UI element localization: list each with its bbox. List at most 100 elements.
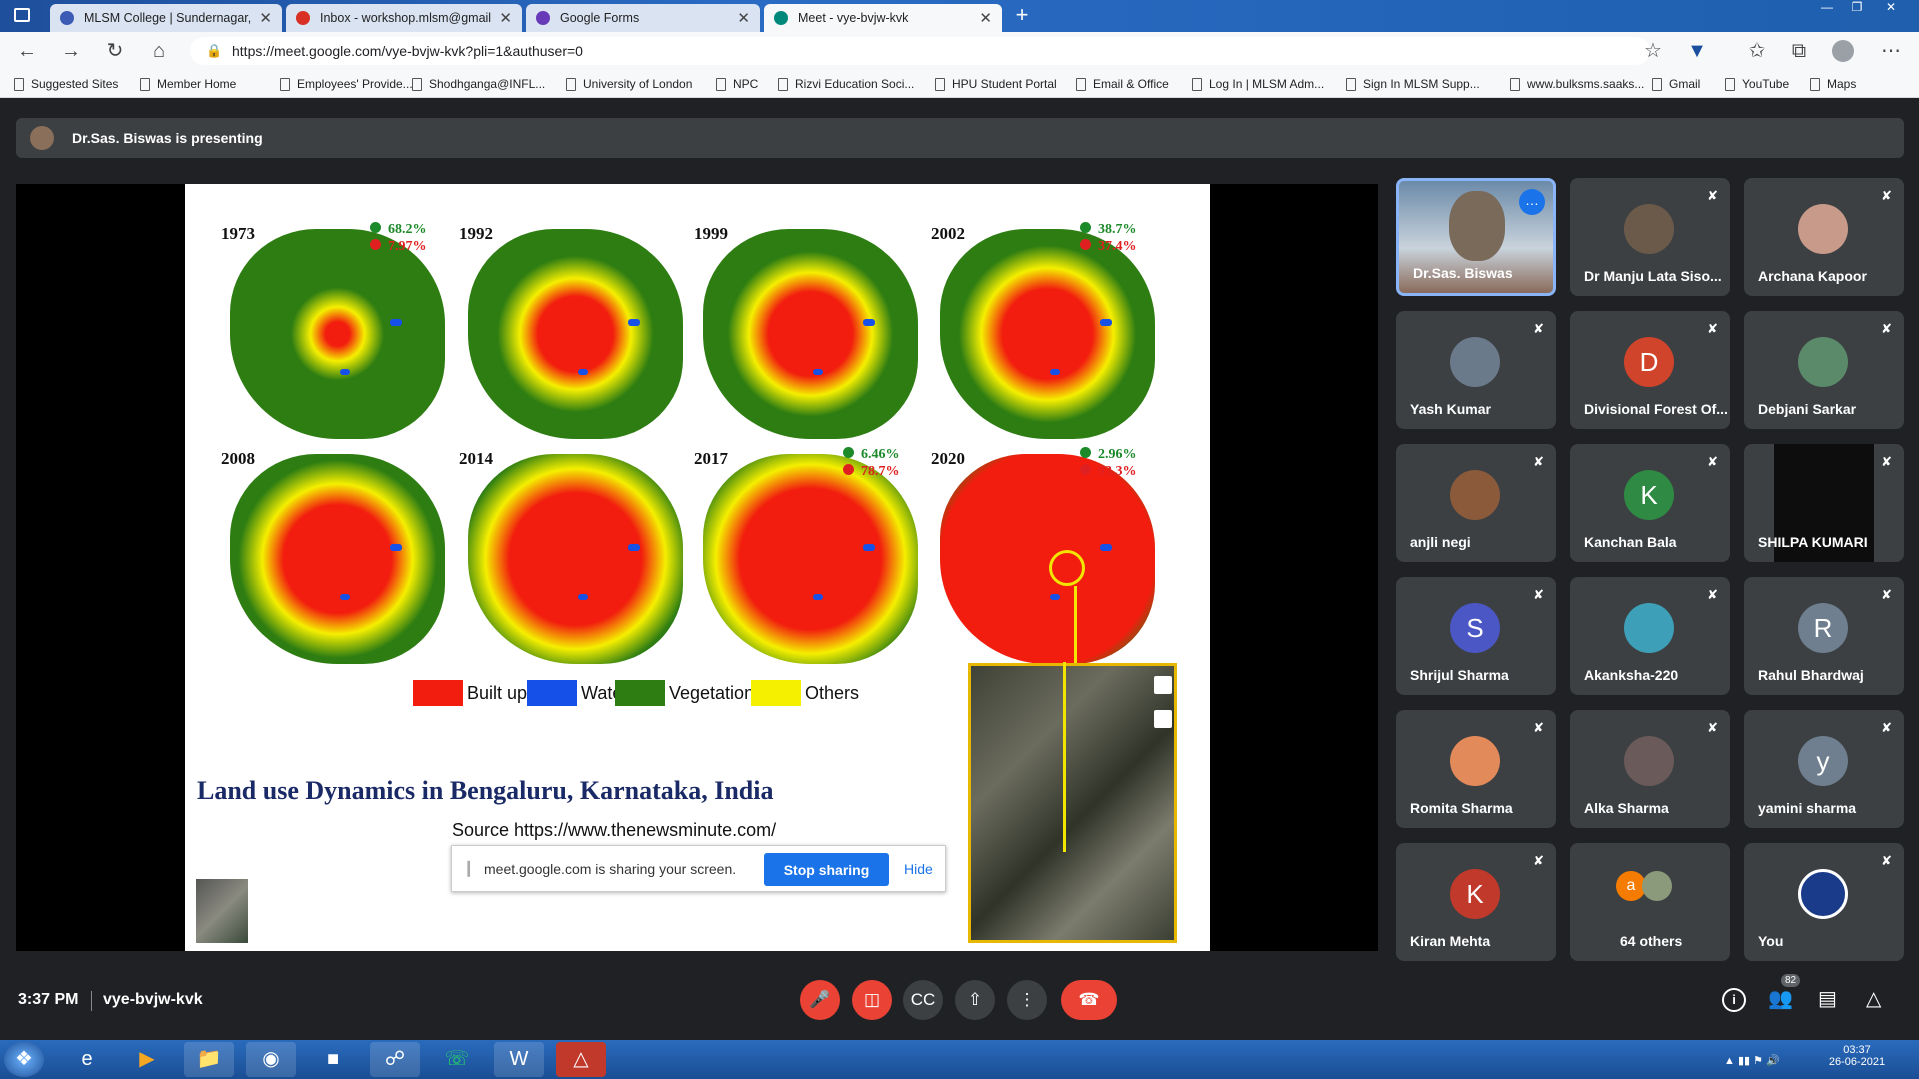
bookmark-8[interactable]: HPU Student Portal [935,76,1057,92]
participant-tile-15[interactable]: y ✘ yamini sharma [1744,710,1904,828]
bookmark-13[interactable]: Gmail [1652,76,1700,92]
water-patch [813,594,823,600]
extension-icon[interactable]: ▼ [1684,38,1710,64]
tab-close-icon[interactable]: ✕ [979,9,992,27]
bookmark-page-icon [1346,77,1356,91]
meeting-info-icon[interactable]: i [1722,988,1746,1012]
tab-actions-icon[interactable] [14,8,30,22]
land-use-map-2008 [230,454,445,664]
college-favicon [60,11,74,25]
new-tab-button[interactable]: + [1008,4,1036,28]
tab-4[interactable]: Meet - vye-bvjw-kvk ✕ [764,4,1002,32]
participant-tile-3[interactable]: ✘ Archana Kapoor [1744,178,1904,296]
bookmark-3[interactable]: Employees' Provide... [280,76,413,92]
participant-name: yamini sharma [1758,800,1857,816]
water-patch [340,594,350,600]
tab-close-icon[interactable]: ✕ [737,9,750,27]
bookmark-12[interactable]: www.bulksms.saaks... [1510,76,1644,92]
participant-tile-9[interactable]: ✘ SHILPA KUMARI [1744,444,1904,562]
tab-close-icon[interactable]: ✕ [259,9,272,27]
address-bar[interactable]: 🔒 https://meet.google.com/vye-bvjw-kvk?p… [190,37,1650,65]
collections-icon[interactable]: ⧉ [1786,38,1812,64]
bookmark-14[interactable]: YouTube [1725,76,1789,92]
captions-icon[interactable]: CC [903,980,943,1020]
bookmark-4[interactable]: Shodhganga@INFL... [412,76,545,92]
tray-icons[interactable]: ▲ ▮▮ ⚑ 🔊 [1724,1054,1780,1067]
forward-icon[interactable]: → [58,38,84,64]
bookmark-2[interactable]: Member Home [140,76,236,92]
tab-close-icon[interactable]: ✕ [499,9,512,27]
acrobat-icon[interactable]: △ [556,1042,606,1077]
chrome-icon[interactable]: ◉ [246,1042,296,1077]
participant-tile-11[interactable]: ✘ Akanksha-220 [1570,577,1730,695]
more-menu-icon[interactable]: ⋯ [1878,38,1904,64]
map-year-label: 2014 [459,449,493,468]
map-year-label: 2020 [931,449,965,468]
hide-link[interactable]: Hide [904,861,933,877]
stop-sharing-button[interactable]: Stop sharing [764,853,889,886]
file-explorer-icon[interactable]: 📁 [184,1042,234,1077]
participant-tile-5[interactable]: D ✘ Divisional Forest Of... [1570,311,1730,429]
participant-options-icon[interactable]: … [1519,189,1545,215]
chat-icon[interactable]: ▤ [1818,986,1837,1011]
participant-tile-12[interactable]: R ✘ Rahul Bhardwaj [1744,577,1904,695]
bookmark-11[interactable]: Sign In MLSM Supp... [1346,76,1480,92]
ie-icon[interactable]: e [62,1042,112,1077]
mic-off-icon[interactable]: 🎤 [800,980,840,1020]
tab-3[interactable]: Google Forms ✕ [526,4,760,32]
messaging-icon[interactable]: ■ [308,1042,358,1077]
word-icon[interactable]: W [494,1042,544,1077]
participant-tile-10[interactable]: S ✘ Shrijul Sharma [1396,577,1556,695]
bookmark-1[interactable]: Suggested Sites [14,76,118,92]
participant-tile-18[interactable]: ✘ You [1744,843,1904,961]
drag-handle-icon[interactable]: ❙ [462,858,475,878]
water-patch [578,369,588,375]
participant-tile-1[interactable]: … Dr.Sas. Biswas [1396,178,1556,296]
bookmark-6[interactable]: NPC [716,76,758,92]
participant-tile-8[interactable]: K ✘ Kanchan Bala [1570,444,1730,562]
participant-initial-avatar: D [1624,337,1674,387]
more-options-icon[interactable]: ⋮ [1007,980,1047,1020]
home-icon[interactable]: ⌂ [146,38,172,64]
share-text: meet.google.com is sharing your screen. [484,861,737,877]
favorite-star-icon[interactable]: ☆ [1640,38,1666,64]
participant-photo-avatar [1624,603,1674,653]
profile-avatar[interactable] [1832,40,1854,62]
water-patch [628,544,640,551]
back-icon[interactable]: ← [14,38,40,64]
minimize-icon[interactable]: — [1816,0,1838,16]
bookmark-7[interactable]: Rizvi Education Soci... [778,76,914,92]
participant-tile-4[interactable]: ✘ Yash Kumar [1396,311,1556,429]
bookmark-15[interactable]: Maps [1810,76,1856,92]
tab-2[interactable]: Inbox - workshop.mlsm@gmail.c ✕ [286,4,522,32]
participant-tile-13[interactable]: ✘ Romita Sharma [1396,710,1556,828]
leave-call-icon[interactable]: ☎ [1061,980,1117,1020]
participant-tile-17[interactable]: a 64 others [1570,843,1730,961]
participant-tile-16[interactable]: K ✘ Kiran Mehta [1396,843,1556,961]
url-text: https://meet.google.com/vye-bvjw-kvk?pli… [232,43,583,59]
participant-tile-6[interactable]: ✘ Debjani Sarkar [1744,311,1904,429]
people-icon[interactable]: 👥 [1768,986,1793,1011]
camera-off-icon[interactable]: ◫ [852,980,892,1020]
bookmark-10[interactable]: Log In | MLSM Adm... [1192,76,1324,92]
tab-1[interactable]: MLSM College | Sundernagar, M ✕ [50,4,282,32]
close-window-icon[interactable]: ✕ [1880,0,1902,16]
land-use-map-1973 [230,229,445,439]
bookmark-9[interactable]: Email & Office [1076,76,1169,92]
media-player-icon[interactable]: ▶ [122,1042,172,1077]
participant-tile-7[interactable]: ✘ anjli negi [1396,444,1556,562]
start-button[interactable]: ❖ [4,1042,44,1077]
restore-icon[interactable]: ❐ [1846,0,1868,16]
reload-icon[interactable]: ↻ [102,38,128,64]
whatsapp-icon[interactable]: ☏ [432,1042,482,1077]
participant-tile-14[interactable]: ✘ Alka Sharma [1570,710,1730,828]
favorites-icon[interactable]: ✩ [1744,38,1770,64]
bookmark-5[interactable]: University of London [566,76,692,92]
clock[interactable]: 03:37 26-06-2021 [1827,1044,1887,1068]
slide-title: Land use Dynamics in Bengaluru, Karnatak… [197,776,774,805]
present-screen-icon[interactable]: ⇧ [955,980,995,1020]
edge-icon[interactable]: ☍ [370,1042,420,1077]
red-dot [370,239,381,250]
participant-tile-2[interactable]: ✘ Dr Manju Lata Siso... [1570,178,1730,296]
activities-icon[interactable]: △ [1866,986,1881,1011]
